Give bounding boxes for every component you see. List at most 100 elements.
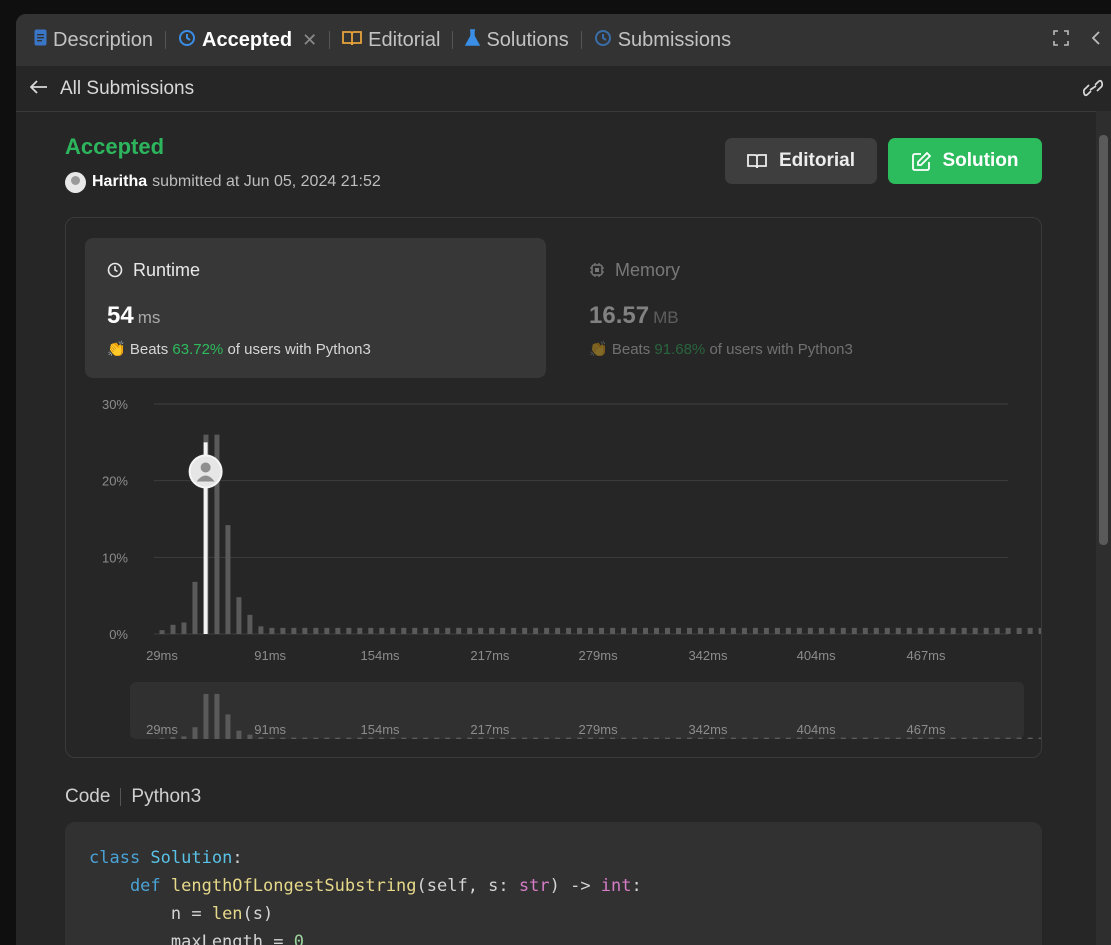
tab-description[interactable]: Description [34,14,153,66]
navigator-bar [730,737,736,739]
navigator-bar [214,693,220,739]
tab-bar: Description Accepted ✕ Editorial Solutio… [16,14,1111,66]
navigator-bar [961,737,967,739]
solution-button[interactable]: Solution [888,138,1042,184]
histogram-bar [884,627,890,634]
histogram-bar [368,627,374,634]
navigator-bar [335,737,341,739]
tab-editorial[interactable]: Editorial [342,14,440,66]
histogram-bar [818,627,824,634]
back-arrow-icon[interactable] [29,78,48,100]
y-tick-label: 10% [102,550,128,565]
edit-icon [911,151,931,171]
histogram-bar [181,622,187,634]
navigator-bar [159,738,165,739]
histogram-bar [939,627,945,634]
editorial-button-label: Editorial [778,150,855,171]
histogram-bar [434,627,440,634]
navigator-bar [906,737,912,739]
code-token: lengthOfLongestSubstring [170,876,417,896]
histogram-bar [599,627,605,634]
navigator-bar [939,737,945,739]
navigator-bar [566,737,572,739]
editorial-button[interactable]: Editorial [725,138,877,184]
all-submissions-link[interactable]: All Submissions [60,78,194,100]
navigator-bar [544,737,550,739]
histogram-bar [357,627,363,634]
runtime-distribution-chart[interactable]: 0% 10% 20% 30% 29ms 91ms 154ms 217ms 279ms 342ms 4… [66,218,1041,757]
y-tick-label: 30% [102,397,128,412]
code-token: maxLength = [89,932,294,945]
tab-accepted[interactable]: Accepted ✕ [178,14,317,66]
histogram-bar [1027,627,1033,634]
navigator-bar [291,737,297,739]
histogram-bar [928,627,934,634]
submission-sub-bar: All Submissions [16,66,1111,112]
histogram-bar [1016,627,1022,634]
histogram-bar [686,627,692,634]
navigator-bar [511,737,517,739]
histogram-bar [170,624,176,634]
tab-solutions[interactable]: Solutions [465,14,569,66]
code-token: : [232,848,243,868]
histogram-bar [533,627,539,634]
navigator-bar [873,737,879,739]
avatar[interactable] [65,171,86,193]
submission-meta: Haritha submitted at Jun 05, 2024 21:52 [65,171,381,193]
navigator-bar [829,737,835,739]
x-tick-label: 342ms [688,648,728,663]
close-icon[interactable]: ✕ [302,30,317,51]
histogram-bar [379,627,385,634]
navigator-bar [599,737,605,739]
navigator-bar [423,737,429,739]
navigator-bar [818,737,824,739]
code-token: int [600,876,632,896]
histogram-bar [774,627,780,634]
navigator-bar [983,737,989,739]
histogram-bar [258,626,264,634]
navigator-bar [368,737,374,739]
navigator-bar [862,737,868,739]
code-label: Code [65,786,111,807]
navigator-bar [533,737,539,739]
scrollbar-thumb[interactable] [1099,135,1108,545]
submission-status: Accepted [65,134,165,159]
x-tick-label: 217ms [470,648,510,663]
navigator-tick-label: 91ms [254,722,286,737]
histogram-bar [478,627,484,634]
share-link-icon[interactable] [1082,79,1104,103]
navigator-bar [324,737,330,739]
histogram-bar [566,627,572,634]
code-line: maxLength = 0 [89,928,1018,945]
navigator-bar [621,737,627,739]
tab-submissions[interactable]: Submissions [594,14,731,66]
histogram-bar [675,627,681,634]
navigator-bar [478,737,484,739]
navigator-bar [654,737,660,739]
code-token: str [518,876,550,896]
navigator-bar [851,737,857,739]
histogram-bar [291,627,297,634]
code-token: (self, s: [416,876,519,896]
vertical-scrollbar[interactable] [1096,111,1111,945]
code-block[interactable]: class Solution: def lengthOfLongestSubst… [65,822,1042,945]
navigator-bar [610,737,616,739]
code-token: (s) [242,904,274,924]
histogram-bar [730,627,736,634]
histogram-bar [280,627,286,634]
fullscreen-icon[interactable] [1053,29,1069,52]
navigator-bar [577,737,583,739]
histogram-bar [445,627,451,634]
tab-solutions-label: Solutions [486,28,569,51]
navigator-bar [313,737,319,739]
code-token: Solution [150,848,233,868]
collapse-icon[interactable] [1091,29,1101,52]
histogram-bar [511,627,517,634]
username[interactable]: Haritha [92,173,147,191]
navigator-bar [994,737,1000,739]
navigator-bar [917,737,923,739]
histogram-bar [544,627,550,634]
code-token: 0 [293,932,304,945]
histogram-bar [588,627,594,634]
navigator-bar [807,737,813,739]
